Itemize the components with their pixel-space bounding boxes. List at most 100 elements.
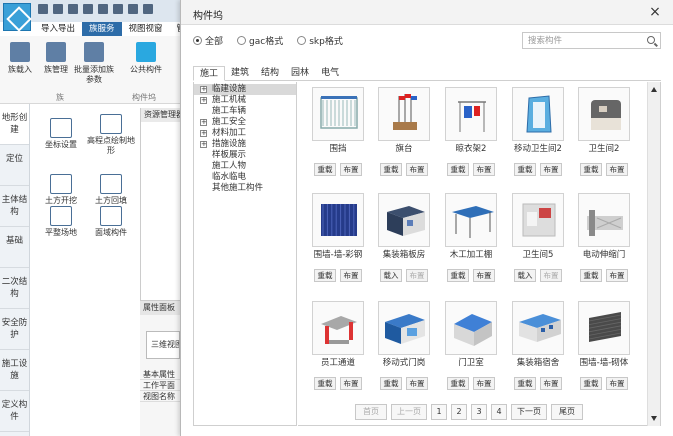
component-card[interactable]: 集装箱板房 载入 布置 [374,193,434,282]
component-thumbnail[interactable] [512,193,564,247]
component-place-button[interactable]: 布置 [340,163,362,176]
component-thumbnail[interactable] [445,301,497,355]
tree-item[interactable]: + 措施设施 [194,139,296,150]
nav-main-structure[interactable]: 主体结构 [0,186,29,227]
component-load-button[interactable]: 重载 [314,377,336,390]
elevation-terrain-tool[interactable]: 高程点绘制地形 [85,114,137,156]
component-thumbnail[interactable] [312,193,364,247]
component-card[interactable]: 旗台 重载 布置 [374,87,434,176]
component-place-button[interactable]: 布置 [406,269,428,282]
export-icon[interactable] [98,4,108,14]
property-view-select[interactable]: 三维视图 [146,331,180,359]
expand-icon[interactable]: + [200,86,207,93]
component-card[interactable]: 围墙-墙-彩钢 重载 布置 [308,193,368,282]
component-load-button[interactable]: 重载 [447,269,469,282]
undo-icon[interactable] [128,4,138,14]
save-as-icon[interactable] [83,4,93,14]
earth-excavation-tool[interactable]: 土方开挖 [35,174,87,206]
component-place-button[interactable]: 布置 [606,269,628,282]
component-load-button[interactable]: 载入 [380,269,402,282]
page-2-button[interactable]: 2 [451,404,467,420]
filter-skp-radio[interactable]: skp格式 [297,34,343,47]
ribbon-tab-family-service[interactable]: 族服务 [82,22,122,36]
component-card[interactable]: 移动卫生间2 重载 布置 [508,87,568,176]
batch-param-button[interactable]: 批量添加族参数 [74,42,114,85]
component-load-button[interactable]: 重载 [380,377,402,390]
filter-all-radio[interactable]: 全部 [193,34,223,47]
tab-construction[interactable]: 施工 [193,66,226,81]
close-icon[interactable]: × [647,4,663,20]
tree-item[interactable]: + 施工机械 [194,95,296,106]
component-card[interactable]: 移动式门岗 重载 布置 [374,301,434,390]
nav-positioning[interactable]: 定位 [0,145,29,186]
component-load-button[interactable]: 重载 [580,163,602,176]
component-card[interactable]: 员工通道 重载 布置 [308,301,368,390]
nav-foundation[interactable]: 基础 [0,227,29,268]
new-file-icon[interactable] [38,4,48,14]
component-thumbnail[interactable] [378,87,430,141]
nav-terrain-create[interactable]: 地形创建 [0,104,29,145]
component-thumbnail[interactable] [445,193,497,247]
expand-icon[interactable]: + [200,97,207,104]
tree-item[interactable]: + 材料加工 [194,128,296,139]
tree-item[interactable]: 施工人物 [194,161,296,172]
tab-electrical[interactable]: 电气 [315,66,345,80]
component-card[interactable]: 门卫室 重载 布置 [441,301,501,390]
nav-construction-facilities[interactable]: 施工设施 [0,350,29,391]
expand-icon[interactable]: + [200,130,207,137]
component-place-button[interactable]: 布置 [406,163,428,176]
component-load-button[interactable]: 重载 [580,269,602,282]
component-place-button[interactable]: 布置 [340,377,362,390]
component-place-button[interactable]: 布置 [606,377,628,390]
component-load-button[interactable]: 重载 [447,163,469,176]
component-card[interactable]: 集装箱宿舍 重载 布置 [508,301,568,390]
ribbon-tab-view[interactable]: 视图视窗 [122,22,170,36]
component-load-button[interactable]: 重载 [314,163,336,176]
component-card[interactable]: 木工加工棚 重载 布置 [441,193,501,282]
earth-backfill-tool[interactable]: 土方回填 [85,174,137,206]
component-thumbnail[interactable] [445,87,497,141]
component-thumbnail[interactable] [578,87,630,141]
component-load-button[interactable]: 重载 [514,163,536,176]
component-card[interactable]: 电动伸缩门 重载 布置 [574,193,634,282]
component-thumbnail[interactable] [578,301,630,355]
component-card[interactable]: 围墙-墙-砌体 重载 布置 [574,301,634,390]
component-place-button[interactable]: 布置 [340,269,362,282]
search-input[interactable] [523,33,641,48]
grid-scrollbar[interactable] [647,82,660,426]
tab-architecture[interactable]: 建筑 [225,66,255,80]
family-load-button[interactable]: 族载入 [0,42,40,75]
area-component-tool[interactable]: 面域构件 [85,206,137,238]
ribbon-tab-import-export[interactable]: 导入导出 [34,22,82,36]
component-card[interactable]: 卫生间5 载入 布置 [508,193,568,282]
component-place-button[interactable]: 布置 [406,377,428,390]
component-place-button[interactable]: 布置 [540,163,562,176]
tree-item[interactable]: + 临建设施 [194,84,296,95]
component-card[interactable]: 晾衣架2 重载 布置 [441,87,501,176]
component-place-button[interactable]: 布置 [540,377,562,390]
tree-item[interactable]: 其他施工构件 [194,183,296,194]
component-thumbnail[interactable] [312,87,364,141]
family-manage-button[interactable]: 族管理 [36,42,76,75]
tab-structure[interactable]: 结构 [255,66,285,80]
component-load-button[interactable]: 重载 [447,377,469,390]
component-load-button[interactable]: 重载 [314,269,336,282]
tree-item[interactable]: 样板展示 [194,150,296,161]
search-icon[interactable] [647,36,655,44]
tree-item[interactable]: 临水临电 [194,172,296,183]
print-icon[interactable] [113,4,123,14]
page-1-button[interactable]: 1 [431,404,447,420]
save-icon[interactable] [68,4,78,14]
open-file-icon[interactable] [53,4,63,14]
scroll-down-icon[interactable] [651,416,657,421]
next-page-button[interactable]: 下一页 [511,404,547,420]
redo-icon[interactable] [143,4,153,14]
tab-landscape[interactable]: 园林 [285,66,315,80]
component-card[interactable]: 围挡 重载 布置 [308,87,368,176]
component-place-button[interactable]: 布置 [473,269,495,282]
prev-page-button[interactable]: 上一页 [391,404,427,420]
tree-item[interactable]: + 施工安全 [194,117,296,128]
nav-safety[interactable]: 安全防护 [0,309,29,350]
component-thumbnail[interactable] [512,301,564,355]
component-thumbnail[interactable] [578,193,630,247]
